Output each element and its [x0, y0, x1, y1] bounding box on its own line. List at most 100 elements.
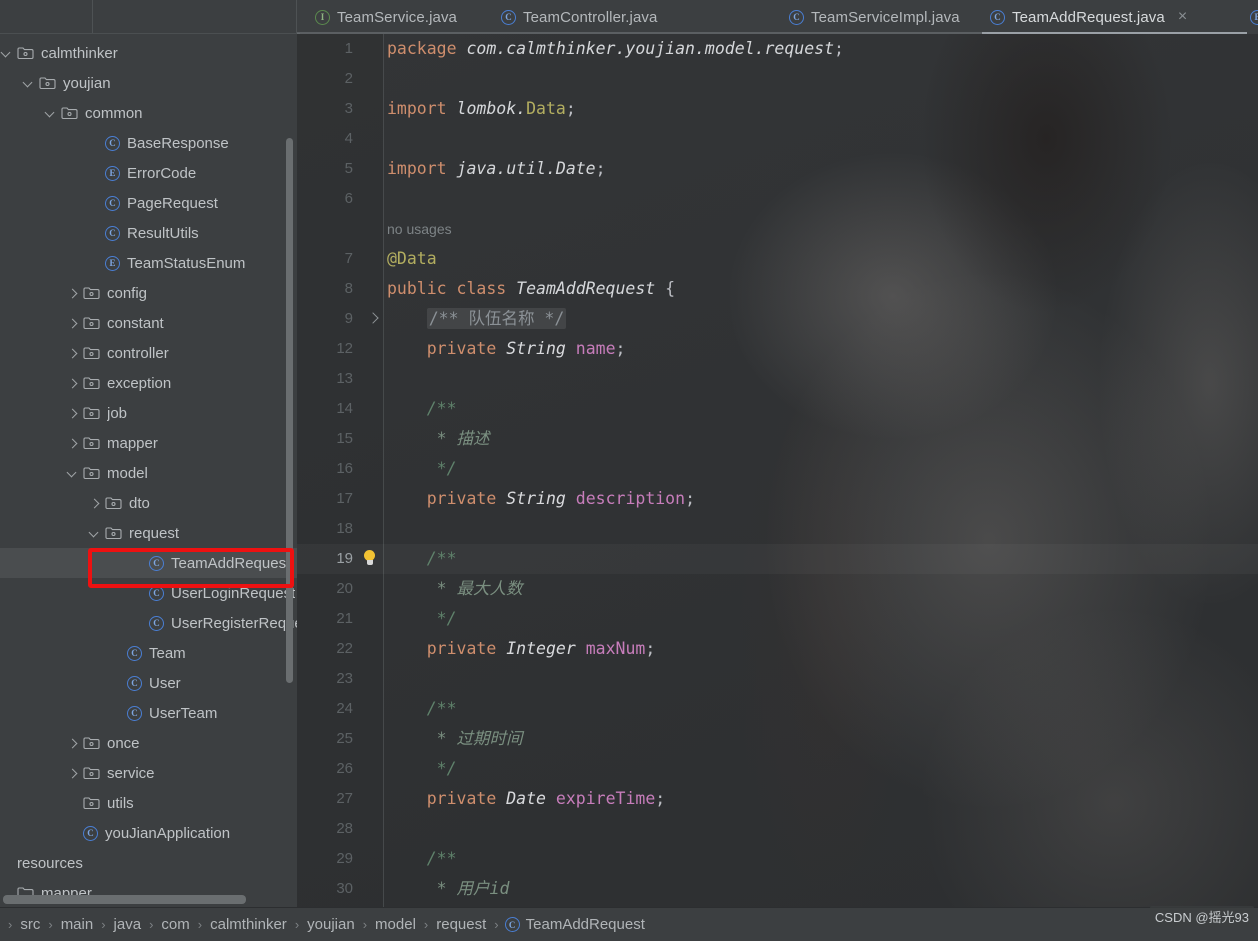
tree-item-dto[interactable]: dto	[0, 488, 297, 518]
tree-item-errorcode[interactable]: E ErrorCode	[0, 158, 297, 188]
breadcrumb[interactable]: › src › main › java › com › calmthinker › youjian › m…	[0, 907, 1258, 941]
code-line[interactable]: 30 * 用户id	[297, 874, 1258, 904]
code-line[interactable]: 17 private String description;	[297, 484, 1258, 514]
tree-item-request[interactable]: request	[0, 518, 297, 548]
tree-item-userteam[interactable]: C UserTeam	[0, 698, 297, 728]
code-line[interactable]: 2	[297, 64, 1258, 94]
code-line[interactable]: 12 private String name;	[297, 334, 1258, 364]
editor-tab-teamservice-java[interactable]: I TeamService.java	[305, 0, 467, 34]
folded-comment[interactable]: /** 队伍名称 */	[426, 308, 567, 329]
code-line[interactable]: 22 private Integer maxNum;	[297, 634, 1258, 664]
breadcrumb-item-request[interactable]: request	[434, 916, 488, 933]
code-line[interactable]: 23	[297, 664, 1258, 694]
code-line[interactable]: 16 */	[297, 454, 1258, 484]
code-lines[interactable]: 1 package com.calmthinker.youjian.model.r…	[297, 34, 1258, 904]
code-line[interactable]: 9 /** 队伍名称 */	[297, 304, 1258, 334]
code-line[interactable]: 27 private Date expireTime;	[297, 784, 1258, 814]
breadcrumb-item-java[interactable]: java	[112, 916, 144, 933]
chevron-down-icon[interactable]	[0, 47, 13, 60]
sidebar-horizontal-scrollbar[interactable]	[3, 895, 246, 904]
tree-item-resultutils[interactable]: C ResultUtils	[0, 218, 297, 248]
code-line[interactable]: 14 /**	[297, 394, 1258, 424]
breadcrumb-item-src[interactable]: src	[18, 916, 42, 933]
tree-item-baseresponse[interactable]: C BaseResponse	[0, 128, 297, 158]
code-line[interactable]: no usages	[297, 214, 1258, 244]
tree-item-model[interactable]: model	[0, 458, 297, 488]
code-line[interactable]: 19 /**	[297, 544, 1258, 574]
chevron-down-icon[interactable]	[44, 107, 57, 120]
chevron-right-icon[interactable]	[66, 287, 79, 300]
breadcrumb-item-youjian[interactable]: youjian	[305, 916, 357, 933]
sidebar-vertical-scrollbar[interactable]	[286, 138, 293, 683]
tree-item-exception[interactable]: exception	[0, 368, 297, 398]
code-line[interactable]: 3 import lombok.Data;	[297, 94, 1258, 124]
project-tree-panel[interactable]: calmthinker youjian common C BaseResponse E Er…	[0, 34, 297, 907]
tree-item-teamaddrequest[interactable]: C TeamAddRequest	[0, 548, 297, 578]
tree-item-job[interactable]: job	[0, 398, 297, 428]
tree-item-service[interactable]: service	[0, 758, 297, 788]
editor-tab-bar[interactable]: I TeamService.java C TeamController.java C Te…	[297, 0, 1258, 34]
breadcrumb-item-model[interactable]: model	[373, 916, 418, 933]
usage-hint[interactable]: no usages	[387, 214, 452, 244]
editor-tab-overflow[interactable]: E	[1240, 0, 1258, 34]
code-fold-toggle-icon[interactable]	[367, 312, 379, 324]
chevron-right-icon[interactable]	[66, 407, 79, 420]
tree-item-user[interactable]: C User	[0, 668, 297, 698]
editor-tab-teamcontroller-java[interactable]: C TeamController.java	[491, 0, 667, 34]
code-line[interactable]: 25 * 过期时间	[297, 724, 1258, 754]
code-line[interactable]: 26 */	[297, 754, 1258, 784]
intention-bulb-icon[interactable]	[363, 550, 376, 568]
breadcrumb-item-com[interactable]: com	[159, 916, 191, 933]
chevron-right-icon[interactable]	[66, 317, 79, 330]
chevron-right-icon[interactable]	[66, 767, 79, 780]
tree-item-once[interactable]: once	[0, 728, 297, 758]
code-line[interactable]: 4	[297, 124, 1258, 154]
tree-item-pagerequest[interactable]: C PageRequest	[0, 188, 297, 218]
tree-item-userloginrequest[interactable]: C UserLoginRequest	[0, 578, 297, 608]
tree-item-constant[interactable]: constant	[0, 308, 297, 338]
code-line[interactable]: 18	[297, 514, 1258, 544]
code-line[interactable]: 24 /**	[297, 694, 1258, 724]
editor-tab-teamaddrequest-java[interactable]: C TeamAddRequest.java ×	[980, 0, 1197, 34]
chevron-right-icon[interactable]	[66, 437, 79, 450]
tab-close-icon[interactable]: ×	[1178, 9, 1187, 25]
breadcrumb-item-calmthinker[interactable]: calmthinker	[208, 916, 289, 933]
code-line[interactable]: 21 */	[297, 604, 1258, 634]
tree-item-calmthinker[interactable]: calmthinker	[0, 38, 297, 68]
tree-item-mapper[interactable]: mapper	[0, 428, 297, 458]
code-line[interactable]: 6	[297, 184, 1258, 214]
chevron-right-icon[interactable]	[66, 377, 79, 390]
tree-item-userregisterreques[interactable]: C UserRegisterReques	[0, 608, 297, 638]
tree-item-teamstatusenum[interactable]: E TeamStatusEnum	[0, 248, 297, 278]
chevron-right-icon[interactable]	[88, 497, 101, 510]
tree-item-team[interactable]: C Team	[0, 638, 297, 668]
code-line[interactable]: 13	[297, 364, 1258, 394]
breadcrumb-file[interactable]: C TeamAddRequest	[504, 916, 645, 933]
code-line[interactable]: 15 * 描述	[297, 424, 1258, 454]
tree-item-resources[interactable]: resources	[0, 848, 297, 878]
code-line[interactable]: 1 package com.calmthinker.youjian.model.r…	[297, 34, 1258, 64]
code-line[interactable]: 28	[297, 814, 1258, 844]
code-line[interactable]: 5 import java.util.Date;	[297, 154, 1258, 184]
code-line[interactable]: 20 * 最大人数	[297, 574, 1258, 604]
chevron-down-icon[interactable]	[22, 77, 35, 90]
chevron-right-icon[interactable]	[66, 347, 79, 360]
tree-item-common[interactable]: common	[0, 98, 297, 128]
breadcrumb-item-main[interactable]: main	[59, 916, 96, 933]
tree-item-youjian[interactable]: youjian	[0, 68, 297, 98]
tree-item-config[interactable]: config	[0, 278, 297, 308]
code-editor[interactable]: 1 package com.calmthinker.youjian.model.r…	[297, 34, 1258, 907]
tree-item-youjianapplication[interactable]: CyouJianApplication	[0, 818, 297, 848]
code-line[interactable]: 7 @Data	[297, 244, 1258, 274]
chevron-down-icon[interactable]	[66, 467, 79, 480]
editor-tab-teamserviceimpl-java[interactable]: C TeamServiceImpl.java	[779, 0, 970, 34]
tree-item-utils[interactable]: utils	[0, 788, 297, 818]
chevron-down-icon[interactable]	[88, 527, 101, 540]
tree-item-controller[interactable]: controller	[0, 338, 297, 368]
chevron-right-icon[interactable]	[66, 737, 79, 750]
code-line[interactable]: 29 /**	[297, 844, 1258, 874]
code-line[interactable]: 8 public class TeamAddRequest {	[297, 274, 1258, 304]
project-tree[interactable]: calmthinker youjian common C BaseResponse E Er…	[0, 34, 297, 907]
